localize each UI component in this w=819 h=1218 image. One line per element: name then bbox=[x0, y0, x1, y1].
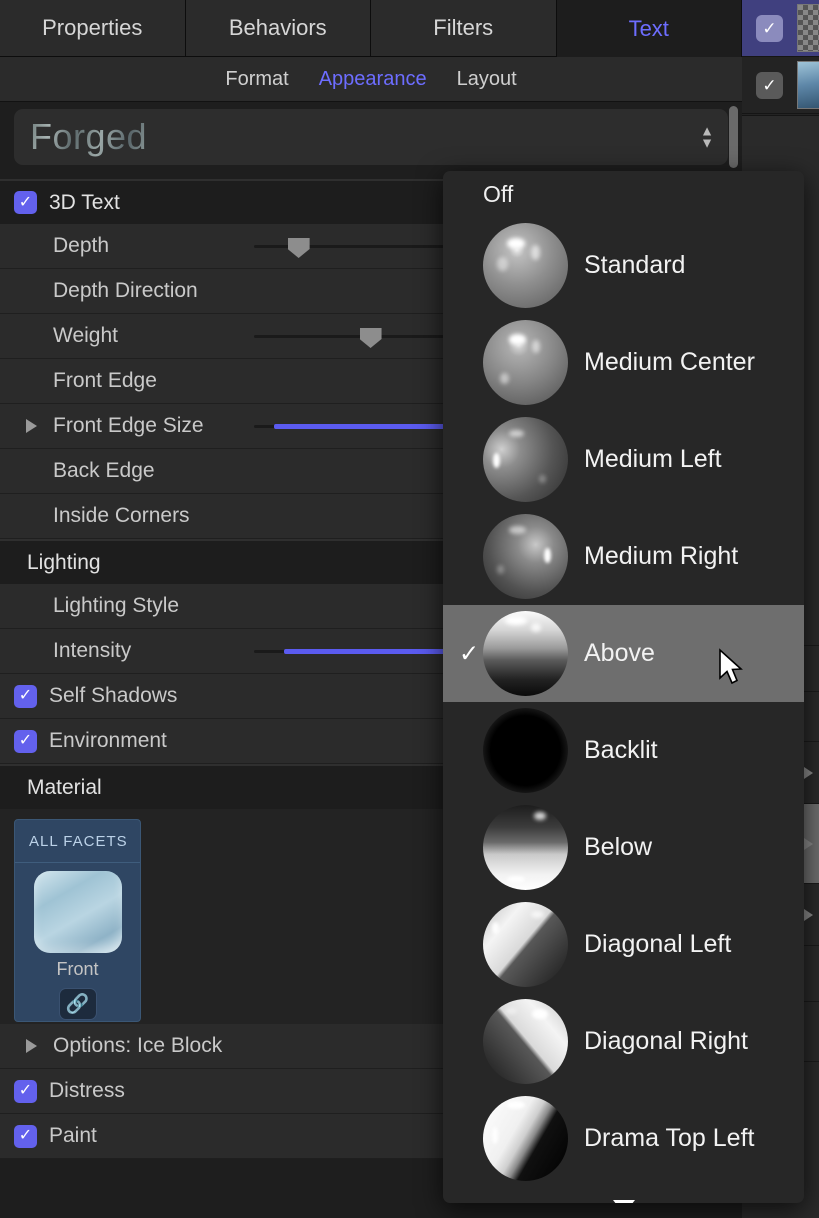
layer-thumbnail bbox=[797, 61, 819, 109]
menu-item-medium-center[interactable]: Medium Center bbox=[443, 314, 804, 411]
param-label: Depth Direction bbox=[53, 279, 198, 302]
link-icon[interactable]: 🔗 bbox=[58, 988, 97, 1020]
param-label: Back Edge bbox=[53, 459, 155, 482]
layer-visibility-checkbox[interactable]: ✓ bbox=[756, 71, 783, 99]
paint-checkbox[interactable]: ✓ bbox=[14, 1124, 37, 1148]
lighting-style-popup-menu[interactable]: Off Standard Medium Center Medium Left M… bbox=[443, 171, 804, 1203]
menu-item-label: Diagonal Left bbox=[584, 930, 732, 958]
menu-item-off[interactable]: Off bbox=[443, 171, 804, 217]
menu-item-drama-top-left[interactable]: Drama Top Left bbox=[443, 1090, 804, 1187]
self-shadows-checkbox[interactable]: ✓ bbox=[14, 684, 37, 708]
3d-text-checkbox[interactable]: ✓ bbox=[14, 191, 37, 214]
menu-item-label: Diagonal Right bbox=[584, 1027, 748, 1055]
menu-item-label: Medium Left bbox=[584, 445, 722, 473]
menu-item-label: Above bbox=[584, 639, 655, 667]
motion-inspector-window: ✓ ✓ el al Properties Behaviors bbox=[0, 0, 819, 1218]
lighting-preview-diagonal-left bbox=[483, 902, 568, 987]
disclosure-triangle-icon[interactable] bbox=[26, 1039, 37, 1053]
slider-thumb[interactable] bbox=[287, 238, 310, 258]
triangle-right-icon[interactable] bbox=[804, 908, 813, 921]
layer-row[interactable]: ✓ bbox=[742, 0, 819, 57]
lighting-preview-standard bbox=[483, 223, 568, 308]
lighting-preview-drama-top-left bbox=[483, 1096, 568, 1181]
material-preview-image bbox=[33, 871, 122, 953]
param-label: Distress bbox=[49, 1079, 125, 1102]
triangle-down-icon[interactable] bbox=[612, 1200, 635, 1203]
menu-item-label: Backlit bbox=[584, 736, 658, 764]
param-label: Environment bbox=[49, 729, 167, 752]
lighting-preview-medium-center bbox=[483, 320, 568, 405]
param-label: Front Edge bbox=[53, 369, 157, 392]
menu-item-diagonal-right[interactable]: Diagonal Right bbox=[443, 993, 804, 1090]
distress-checkbox[interactable]: ✓ bbox=[14, 1079, 37, 1103]
text-subtab-bar: Format Appearance Layout bbox=[0, 57, 742, 102]
subtab-format[interactable]: Format bbox=[225, 68, 288, 91]
disclosure-triangle-icon[interactable] bbox=[26, 419, 37, 433]
facet-label: ALL FACETS bbox=[15, 820, 140, 863]
subtab-layout[interactable]: Layout bbox=[457, 68, 517, 91]
preset-field-area: Forged ▲ ▼ bbox=[0, 102, 742, 172]
lighting-preview-medium-right bbox=[483, 514, 568, 599]
group-3d-text-label: 3D Text bbox=[49, 190, 120, 214]
inspector-tab-bar: Properties Behaviors Filters Text bbox=[0, 0, 742, 57]
subtab-appearance[interactable]: Appearance bbox=[319, 68, 427, 91]
group-material-label: Material bbox=[27, 775, 102, 799]
menu-item-medium-right[interactable]: Medium Right bbox=[443, 508, 804, 605]
facet-face-name: Front bbox=[56, 959, 99, 979]
menu-scroll-down[interactable] bbox=[443, 1187, 804, 1203]
layer-row[interactable]: ✓ bbox=[742, 57, 819, 114]
menu-item-diagonal-left[interactable]: Diagonal Left bbox=[443, 896, 804, 993]
menu-item-below[interactable]: Below bbox=[443, 799, 804, 896]
up-down-chevron-icon[interactable]: ▲ ▼ bbox=[700, 124, 714, 150]
slider-thumb[interactable] bbox=[359, 328, 382, 348]
layer-visibility-checkbox[interactable]: ✓ bbox=[756, 14, 783, 42]
text-style-preset-field[interactable]: Forged ▲ ▼ bbox=[14, 109, 728, 165]
inspector-scrollbar[interactable] bbox=[729, 106, 738, 168]
menu-item-medium-left[interactable]: Medium Left bbox=[443, 411, 804, 508]
menu-item-label: Drama Top Left bbox=[584, 1124, 755, 1152]
layer-thumbnail bbox=[797, 4, 819, 52]
param-label: Options: Ice Block bbox=[53, 1034, 223, 1057]
menu-item-label: Medium Right bbox=[584, 542, 739, 570]
mouse-cursor bbox=[719, 648, 743, 685]
menu-item-above[interactable]: ✓ Above bbox=[443, 605, 804, 702]
param-label: Weight bbox=[53, 324, 118, 347]
preset-name: Forged bbox=[30, 116, 148, 157]
material-facet-swatch[interactable]: ALL FACETS Front 🔗 bbox=[14, 819, 141, 1022]
param-label: Inside Corners bbox=[53, 504, 190, 527]
menu-item-label: Below bbox=[584, 833, 653, 861]
lighting-preview-backlit bbox=[483, 708, 568, 793]
lighting-preview-below bbox=[483, 805, 568, 890]
tab-filters[interactable]: Filters bbox=[371, 0, 557, 57]
triangle-right-icon[interactable] bbox=[804, 766, 813, 779]
tab-properties[interactable]: Properties bbox=[0, 0, 186, 57]
triangle-right-icon[interactable] bbox=[804, 837, 813, 850]
lighting-preview-medium-left bbox=[483, 417, 568, 502]
param-label: Lighting Style bbox=[53, 594, 180, 617]
menu-item-label: Medium Center bbox=[584, 348, 755, 376]
lighting-preview-diagonal-right bbox=[483, 999, 568, 1084]
group-lighting-label: Lighting bbox=[27, 550, 101, 574]
checkmark-icon: ✓ bbox=[459, 640, 480, 667]
environment-checkbox[interactable]: ✓ bbox=[14, 729, 37, 753]
param-label: Self Shadows bbox=[49, 684, 178, 707]
param-label: Front Edge Size bbox=[53, 414, 204, 437]
tab-behaviors[interactable]: Behaviors bbox=[185, 0, 371, 57]
menu-item-standard[interactable]: Standard bbox=[443, 217, 804, 314]
param-label: Depth bbox=[53, 234, 110, 257]
param-label: Paint bbox=[49, 1124, 97, 1147]
param-label: Intensity bbox=[53, 639, 132, 662]
menu-item-backlit[interactable]: Backlit bbox=[443, 702, 804, 799]
menu-item-label: Standard bbox=[584, 251, 686, 279]
lighting-preview-above bbox=[483, 611, 568, 696]
tab-text[interactable]: Text bbox=[556, 0, 742, 57]
